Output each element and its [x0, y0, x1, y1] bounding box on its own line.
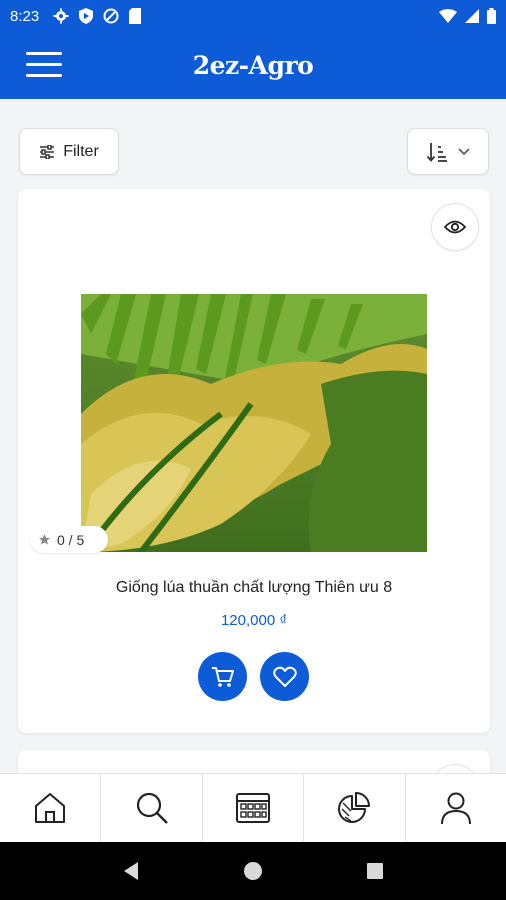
home-circle-icon[interactable]: [243, 861, 263, 881]
calendar-grid-icon: [236, 793, 271, 823]
system-navigation-bar: [0, 842, 506, 900]
user-icon: [440, 792, 471, 825]
rating-badge: 0 / 5: [30, 526, 108, 553]
eye-icon: [444, 220, 466, 234]
filter-button[interactable]: Filter: [19, 128, 119, 175]
product-card[interactable]: 0 / 5 Giống lúa thuần chất lượng Thiên ư…: [18, 189, 490, 733]
menu-bar-line: [26, 52, 62, 55]
star-icon: [39, 534, 50, 545]
cart-icon: [211, 666, 234, 687]
app-title: 2ez-Agro: [192, 51, 314, 80]
rice-field-image: [81, 294, 427, 552]
product-name[interactable]: Giống lúa thuần chất lượng Thiên ưu 8: [18, 579, 490, 597]
sd-card-icon: [129, 8, 142, 24]
recents-square-icon[interactable]: [366, 862, 384, 880]
bottom-navigation: [0, 773, 506, 842]
nav-profile[interactable]: [406, 774, 506, 842]
sliders-icon: [40, 144, 55, 159]
menu-bar-line: [26, 74, 62, 77]
nav-statistics[interactable]: [304, 774, 406, 842]
settings-gear-icon: [53, 8, 69, 24]
heart-icon: [272, 666, 297, 687]
play-protect-icon: [79, 8, 94, 24]
rating-value: 0 / 5: [57, 531, 85, 548]
status-bar: 8:23: [0, 0, 506, 32]
filter-label: Filter: [63, 142, 99, 160]
nav-calendar[interactable]: [203, 774, 305, 842]
add-to-cart-button[interactable]: [198, 652, 247, 701]
back-icon[interactable]: [122, 861, 140, 881]
wifi-icon: [439, 9, 457, 23]
nav-search[interactable]: [101, 774, 203, 842]
home-icon: [35, 793, 66, 823]
battery-icon: [487, 8, 496, 24]
pie-chart-icon: [338, 792, 371, 823]
product-image[interactable]: [81, 294, 427, 552]
add-to-wishlist-button[interactable]: [260, 652, 309, 701]
status-time: 8:23: [10, 7, 40, 25]
status-right-icons: [439, 8, 496, 24]
product-price: 120,000 ₫: [220, 612, 288, 629]
status-left-icons: [53, 8, 142, 24]
menu-button[interactable]: [26, 52, 62, 80]
data-saver-icon: [103, 8, 119, 24]
signal-icon: [465, 9, 479, 23]
chevron-down-icon: [458, 147, 470, 155]
menu-bar-line: [26, 63, 62, 66]
sort-dropdown[interactable]: [407, 128, 489, 175]
quick-view-button[interactable]: [431, 203, 479, 251]
nav-home[interactable]: [0, 774, 102, 842]
sort-ascending-icon: [426, 142, 447, 162]
app-bar: 2ez-Agro: [0, 32, 506, 99]
search-icon: [136, 792, 168, 824]
